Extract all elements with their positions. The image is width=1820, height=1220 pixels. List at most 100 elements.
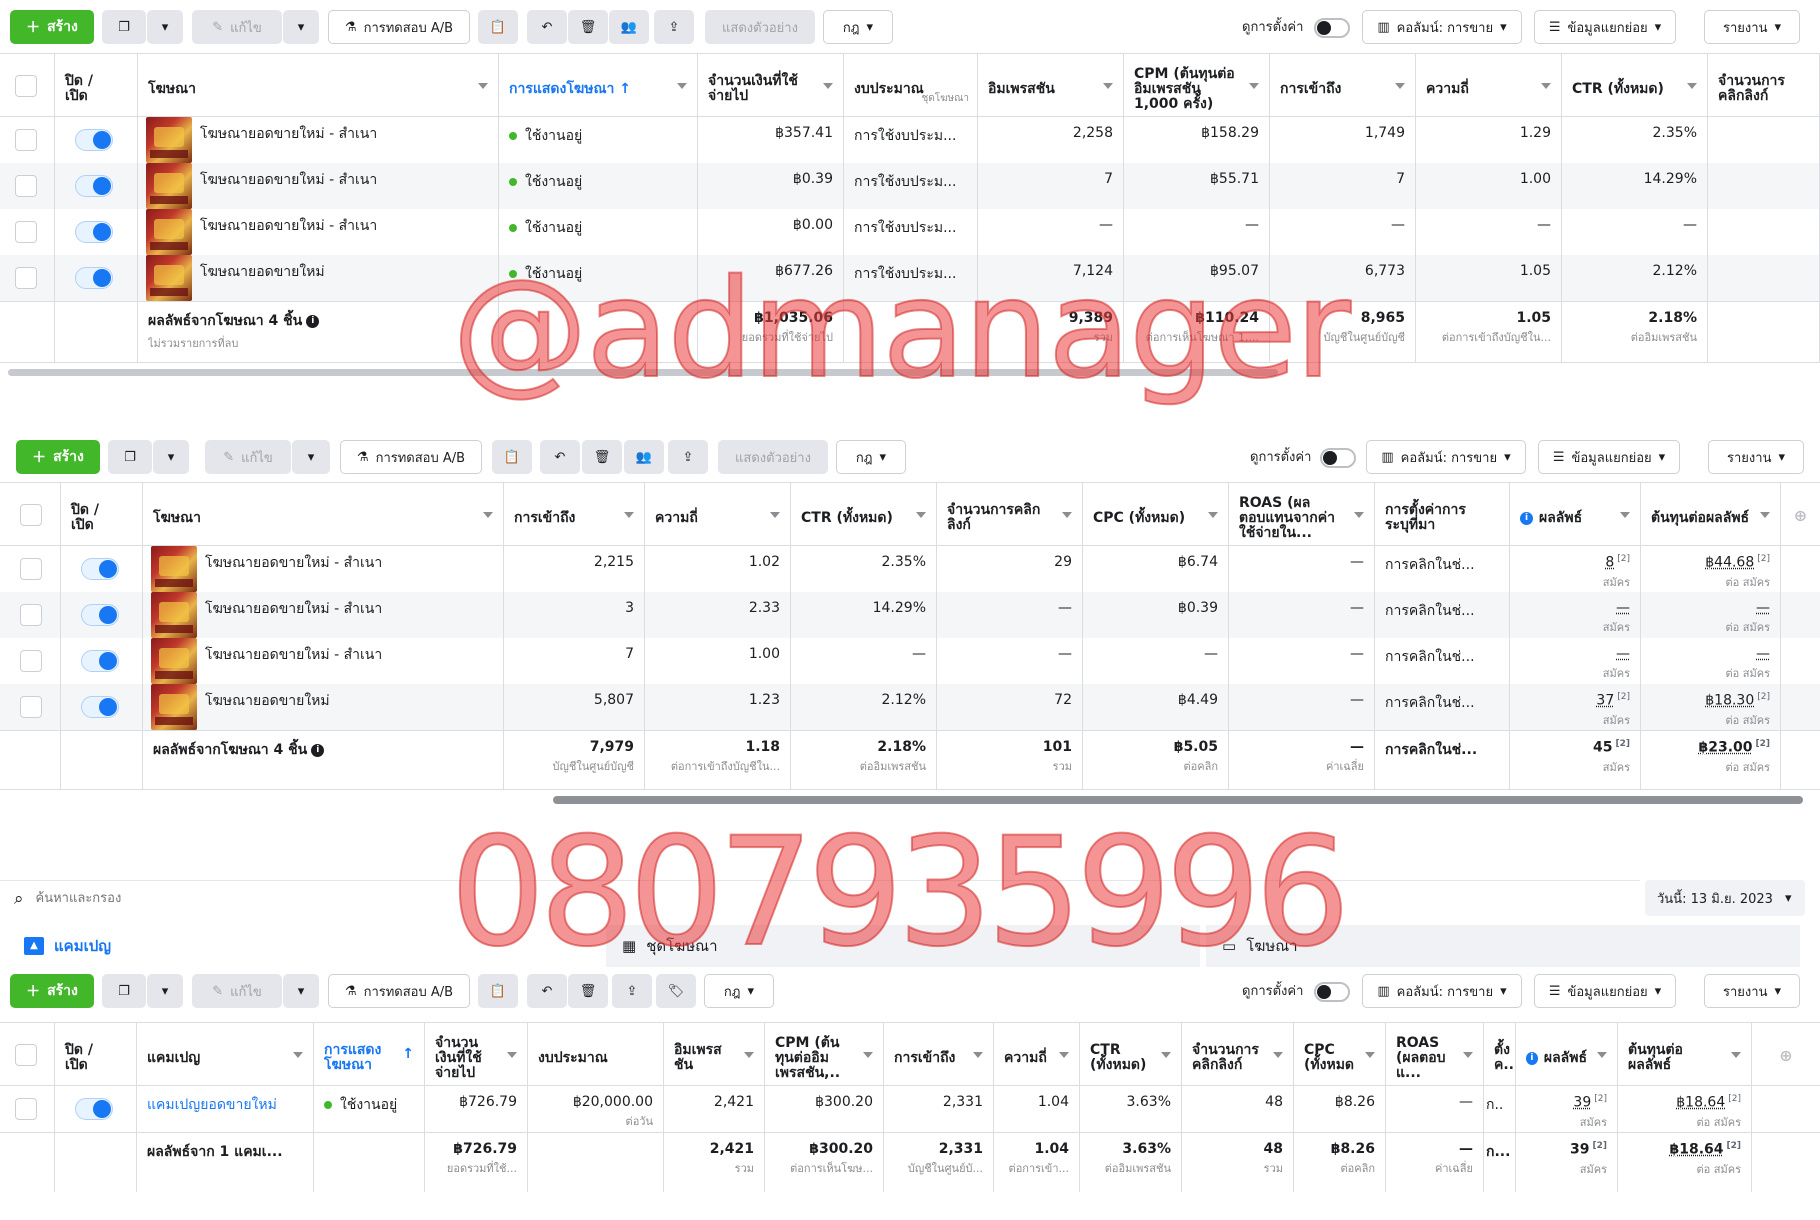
- table-row[interactable]: โฆษณายอดขายใหม่ ใช้งานอยู่ ฿677.26 การใช้งบ…: [0, 255, 1820, 301]
- clipboard-button[interactable]: 📋: [478, 974, 518, 1008]
- breakdown-button[interactable]: ☰ ข้อมูลแยกย่อย ▾: [1534, 10, 1676, 44]
- select-all-checkbox[interactable]: [15, 1044, 37, 1066]
- col-link-clicks[interactable]: จำนวนการคลิกลิงก์: [937, 483, 1083, 547]
- ad-thumbnail[interactable]: [146, 117, 192, 163]
- col-ctr[interactable]: CTR (ทั้งหมด): [1080, 1023, 1182, 1087]
- ad-toggle[interactable]: [75, 129, 113, 151]
- export-button[interactable]: ⇪: [668, 440, 708, 474]
- table-row[interactable]: โฆษณายอดขายใหม่ - สำเนา ใช้งานอยู่ ฿0.39 กา…: [0, 163, 1820, 209]
- view-settings-toggle[interactable]: [1320, 448, 1356, 468]
- col-onoff[interactable]: ปิด / เปิด: [55, 54, 138, 118]
- row-checkbox[interactable]: [15, 1098, 37, 1120]
- col-ctr[interactable]: CTR (ทั้งหมด): [791, 483, 937, 547]
- export-button[interactable]: ⇪: [654, 10, 694, 44]
- tab-adsets[interactable]: ▦ ชุดโฆษณา: [606, 925, 1200, 967]
- columns-button[interactable]: ▥ คอลัมน์: การขาย ▾: [1366, 440, 1526, 474]
- columns-button[interactable]: ▥ คอลัมน์: การขาย ▾: [1362, 10, 1522, 44]
- row-checkbox[interactable]: [15, 267, 37, 289]
- col-amount-spent[interactable]: จำนวนเงินที่ใช้จ่ายไป: [425, 1023, 528, 1087]
- col-campaign[interactable]: แคมเปญ: [137, 1023, 314, 1087]
- duplicate-button[interactable]: ❐: [108, 440, 152, 474]
- info-icon[interactable]: i: [1520, 511, 1533, 525]
- tag-button[interactable]: 🏷: [656, 974, 696, 1008]
- add-column-cell[interactable]: ⊕: [1781, 483, 1820, 547]
- delete-button[interactable]: 🗑: [582, 440, 622, 474]
- col-impressions[interactable]: อิมเพรสชัน: [664, 1023, 765, 1087]
- ad-toggle[interactable]: [81, 558, 119, 580]
- col-link-clicks[interactable]: จำนวนการคลิกลิงก์: [1708, 54, 1820, 118]
- campaign-toggle[interactable]: [75, 1098, 113, 1120]
- edit-button[interactable]: ✎ แก้ไข: [192, 974, 282, 1008]
- col-ad[interactable]: โฆษณา: [138, 54, 499, 118]
- view-settings-toggle[interactable]: [1314, 982, 1350, 1002]
- undo-button[interactable]: ↶: [540, 440, 580, 474]
- row-checkbox[interactable]: [20, 604, 42, 626]
- ab-test-button[interactable]: ⚗ การทดสอบ A/B: [328, 10, 470, 44]
- edit-dropdown[interactable]: ▾: [292, 440, 330, 474]
- col-budget[interactable]: งบประมาณ ชุดโฆษณา: [844, 54, 978, 118]
- date-range-picker[interactable]: วันนี้: 13 มิ.ย. 2023 ▾: [1645, 880, 1805, 916]
- edit-dropdown[interactable]: ▾: [283, 10, 319, 44]
- col-onoff[interactable]: ปิด / เปิด: [55, 1023, 137, 1087]
- ab-test-button[interactable]: ⚗ การทดสอบ A/B: [328, 974, 470, 1008]
- columns-button[interactable]: ▥ คอลัมน์: การขาย ▾: [1362, 974, 1522, 1008]
- col-impressions[interactable]: อิมเพรสชัน: [978, 54, 1124, 118]
- col-amount-spent[interactable]: จำนวนเงินที่ใช้จ่ายไป: [698, 54, 844, 118]
- duplicate-button[interactable]: ❐: [102, 974, 146, 1008]
- select-all-checkbox[interactable]: [20, 504, 42, 526]
- col-cpc[interactable]: CPC (ทั้งหมด): [1083, 483, 1229, 547]
- ad-thumbnail[interactable]: [146, 209, 192, 255]
- tab-campaigns[interactable]: ▲ แคมเปญ: [8, 925, 600, 967]
- col-cost-per-result[interactable]: ต้นทุนต่อผลลัพธ์: [1641, 483, 1781, 547]
- row-checkbox[interactable]: [20, 558, 42, 580]
- col-roas[interactable]: ROAS (ผลตอบแทนจากค่าใช้จ่ายใน...: [1229, 483, 1375, 547]
- duplicate-dropdown[interactable]: ▾: [147, 10, 183, 44]
- col-attribution[interactable]: การตั้งค่าการระบุที่มา: [1375, 483, 1510, 547]
- col-delivery[interactable]: การแสดงโฆษณา ↑: [314, 1023, 425, 1087]
- ad-toggle[interactable]: [75, 221, 113, 243]
- row-checkbox[interactable]: [20, 650, 42, 672]
- col-cpm[interactable]: CPM (ต้นทุนต่ออิมเพรสชัน,..: [765, 1023, 884, 1087]
- col-frequency[interactable]: ความถี่: [994, 1023, 1080, 1087]
- col-roas[interactable]: ROAS (ผลตอบแ...: [1386, 1023, 1484, 1087]
- ad-thumbnail[interactable]: [146, 163, 192, 209]
- col-reach[interactable]: การเข้าถึง: [504, 483, 645, 547]
- rules-button[interactable]: กฎ ▾: [836, 440, 906, 474]
- ad-toggle[interactable]: [81, 604, 119, 626]
- breakdown-button[interactable]: ☰ ข้อมูลแยกย่อย ▾: [1538, 440, 1680, 474]
- ab-test-button[interactable]: ⚗ การทดสอบ A/B: [340, 440, 482, 474]
- search-input[interactable]: [35, 891, 636, 906]
- row-checkbox[interactable]: [15, 221, 37, 243]
- clipboard-button[interactable]: 📋: [492, 440, 532, 474]
- tab-ads[interactable]: ▭ โฆษณา: [1206, 925, 1800, 967]
- ad-toggle[interactable]: [75, 267, 113, 289]
- ad-thumbnail[interactable]: [151, 546, 197, 592]
- col-attribution[interactable]: ตั้งค...: [1484, 1023, 1516, 1087]
- duplicate-dropdown[interactable]: ▾: [153, 440, 189, 474]
- row-checkbox[interactable]: [15, 175, 37, 197]
- edit-button[interactable]: ✎ แก้ไข: [192, 10, 282, 44]
- view-settings-toggle[interactable]: [1314, 18, 1350, 38]
- row-checkbox[interactable]: [15, 129, 37, 151]
- info-icon[interactable]: i: [306, 314, 320, 328]
- col-cost-per-result[interactable]: ต้นทุนต่อผลลัพธ์: [1618, 1023, 1752, 1087]
- col-link-clicks[interactable]: จำนวนการคลิกลิงก์: [1182, 1023, 1294, 1087]
- info-icon[interactable]: i: [311, 743, 325, 757]
- col-budget[interactable]: งบประมาณ: [528, 1023, 664, 1087]
- edit-dropdown[interactable]: ▾: [283, 974, 319, 1008]
- col-cpm[interactable]: CPM (ต้นทุนต่ออิมเพรสชัน 1,000 ครั้ง): [1124, 54, 1270, 118]
- clipboard-button[interactable]: 📋: [478, 10, 518, 44]
- undo-button[interactable]: ↶: [527, 974, 567, 1008]
- info-icon[interactable]: i: [1526, 1051, 1538, 1065]
- delete-button[interactable]: 🗑: [568, 974, 608, 1008]
- ad-thumbnail[interactable]: [151, 592, 197, 638]
- table-row[interactable]: แคมเปญยอดขายใหม่ ใช้งานอยู่ ฿726.79 2,421 ฿3…: [0, 1086, 1820, 1132]
- edit-button[interactable]: ✎ แก้ไข: [205, 440, 291, 474]
- campaign-name[interactable]: แคมเปญยอดขายใหม่: [147, 1097, 277, 1113]
- ad-toggle[interactable]: [75, 175, 113, 197]
- reports-button[interactable]: รายงาน ▾: [1704, 974, 1800, 1008]
- col-reach[interactable]: การเข้าถึง: [1270, 54, 1416, 118]
- col-ad[interactable]: โฆษณา: [143, 483, 504, 547]
- rules-button[interactable]: กฎ ▾: [823, 10, 893, 44]
- audience-button[interactable]: 👥: [624, 440, 664, 474]
